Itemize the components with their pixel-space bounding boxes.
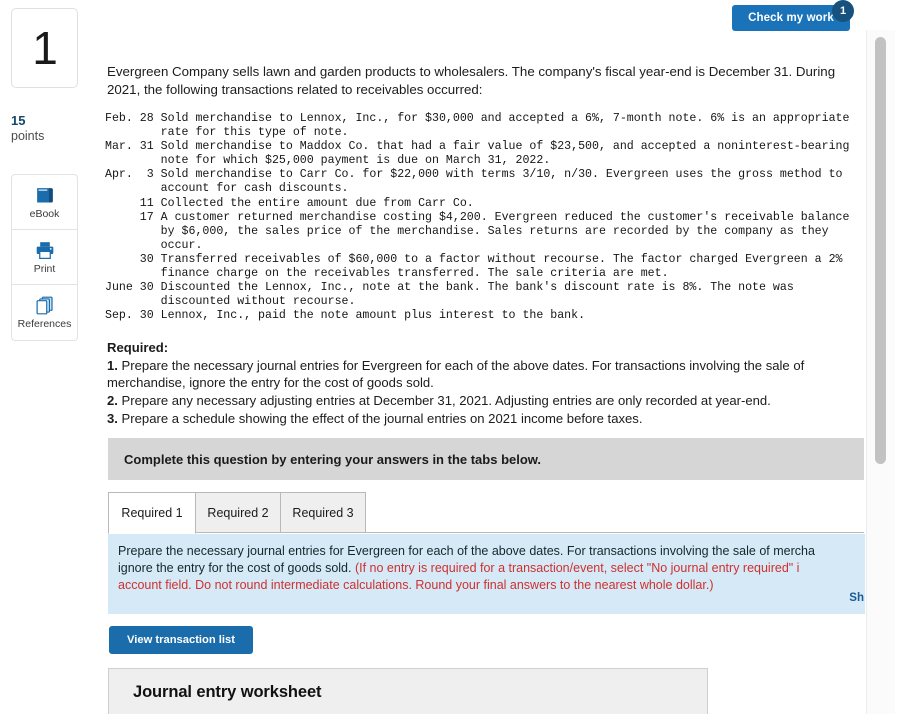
instruction-line-3: account field. Do not round intermediate… bbox=[118, 578, 714, 592]
required-item-2: 2. Prepare any necessary adjusting entri… bbox=[107, 392, 866, 410]
tab-required-1-label: Required 1 bbox=[121, 506, 183, 520]
check-my-work-badge: 1 bbox=[832, 0, 854, 22]
problem-intro-line-1: Evergreen Company sells lawn and garden … bbox=[107, 64, 793, 79]
journal-entry-worksheet-title: Journal entry worksheet bbox=[133, 683, 322, 701]
print-label: Print bbox=[33, 262, 56, 275]
show-less-link[interactable]: Sh bbox=[849, 592, 864, 604]
answer-banner-text: Complete this question by entering your … bbox=[124, 451, 542, 467]
required-heading: Required: bbox=[107, 340, 169, 355]
points-label: points bbox=[11, 129, 45, 143]
tab-required-1[interactable]: Required 1 bbox=[108, 492, 196, 534]
check-my-work-group: Check my work 1 bbox=[732, 0, 867, 31]
references-label: References bbox=[17, 318, 72, 330]
references-button[interactable]: References bbox=[12, 285, 77, 340]
problem-intro: Evergreen Company sells lawn and garden … bbox=[107, 63, 866, 99]
required-item-2-num: 2. bbox=[107, 393, 118, 409]
required-item-1-num: 1. bbox=[107, 357, 118, 373]
printer-icon bbox=[34, 240, 56, 261]
answer-banner: Complete this question by entering your … bbox=[108, 438, 864, 480]
question-number: 1 bbox=[32, 22, 58, 74]
tool-stack: eBook Print References bbox=[11, 174, 78, 341]
tabstrip-rule bbox=[108, 532, 864, 533]
required-item-2-text: Prepare any necessary adjusting entries … bbox=[117, 393, 771, 409]
instruction-line-2-red: (If no entry is required for a transacti… bbox=[354, 561, 800, 575]
view-transaction-list-button[interactable]: View transaction list bbox=[109, 626, 253, 654]
tab-required-2[interactable]: Required 2 bbox=[195, 492, 281, 533]
instruction-line-1: Prepare the necessary journal entries fo… bbox=[118, 544, 815, 558]
required-item-1-text: Prepare the necessary journal entries fo… bbox=[107, 357, 805, 391]
vertical-scrollbar[interactable] bbox=[866, 30, 895, 714]
tab-required-3[interactable]: Required 3 bbox=[280, 492, 366, 533]
instruction-line-2-black: ignore the entry for the cost of goods s… bbox=[118, 561, 355, 575]
vertical-scrollbar-thumb[interactable] bbox=[875, 37, 886, 464]
instruction-panel: Prepare the necessary journal entries fo… bbox=[108, 534, 865, 614]
points-block: 15 points bbox=[11, 113, 91, 144]
required-item-3: 3. Prepare a schedule showing the effect… bbox=[107, 410, 866, 428]
copy-pages-icon bbox=[34, 295, 56, 316]
question-content-pane: Evergreen Company sells lawn and garden … bbox=[100, 0, 866, 714]
required-item-3-num: 3. bbox=[107, 410, 118, 426]
journal-entry-worksheet-panel: Journal entry worksheet bbox=[108, 668, 708, 714]
required-item-3-text: Prepare a schedule showing the effect of… bbox=[117, 410, 643, 426]
transaction-list-text: Feb. 28 Sold merchandise to Lennox, Inc.… bbox=[105, 112, 850, 323]
book-icon bbox=[34, 185, 56, 206]
left-rail: 1 15 points eBook Print References bbox=[0, 0, 100, 714]
required-section: Required: 1. Prepare the necessary journ… bbox=[107, 339, 866, 428]
question-number-box: 1 bbox=[11, 8, 78, 88]
required-item-1: 1. Prepare the necessary journal entries… bbox=[107, 357, 866, 392]
tab-required-2-label: Required 2 bbox=[207, 505, 269, 520]
ebook-label: eBook bbox=[29, 207, 60, 220]
question-screen: 1 15 points eBook Print References Everg… bbox=[0, 0, 913, 714]
ebook-button[interactable]: eBook bbox=[12, 175, 77, 230]
tab-required-3-label: Required 3 bbox=[292, 505, 354, 520]
print-button[interactable]: Print bbox=[12, 230, 77, 285]
required-tabs: Required 1 Required 2 Required 3 bbox=[108, 492, 864, 534]
points-value: 15 bbox=[11, 113, 26, 128]
instruction-line-2: ignore the entry for the cost of goods s… bbox=[118, 560, 853, 577]
